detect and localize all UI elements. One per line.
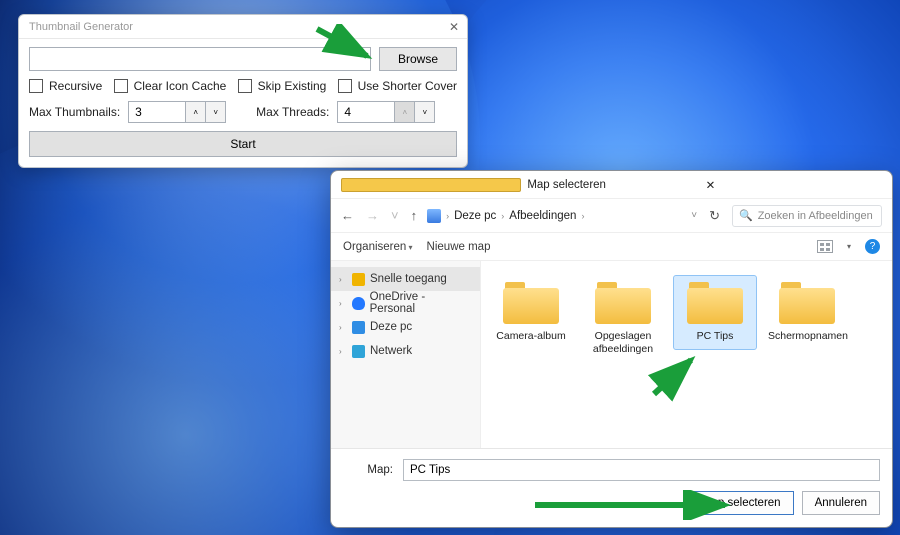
search-input[interactable]: 🔍 Zoeken in Afbeeldingen bbox=[732, 205, 882, 227]
tree-onedrive[interactable]: › OneDrive - Personal bbox=[331, 291, 480, 315]
browse-button[interactable]: Browse bbox=[379, 47, 457, 71]
monitor-icon bbox=[352, 321, 365, 334]
nav-tree: › Snelle toegang › OneDrive - Personal ›… bbox=[331, 261, 481, 448]
chevron-right-icon: › bbox=[339, 275, 347, 284]
close-icon[interactable]: ✕ bbox=[706, 178, 884, 192]
shorter-cover-checkbox[interactable]: Use Shorter Cover bbox=[338, 79, 457, 93]
folder-item[interactable]: Camera-album bbox=[489, 275, 573, 350]
folder-icon bbox=[503, 282, 559, 324]
max-thumbnails-input[interactable] bbox=[128, 101, 186, 123]
max-threads-stepper[interactable]: ˄ ˅ bbox=[337, 101, 435, 123]
chevron-down-icon[interactable]: ˅ bbox=[391, 208, 399, 223]
chevron-down-icon[interactable]: ˅ bbox=[691, 210, 697, 221]
max-threads-label: Max Threads: bbox=[256, 105, 329, 119]
folder-icon bbox=[687, 282, 743, 324]
close-icon[interactable]: ✕ bbox=[449, 20, 459, 34]
breadcrumb[interactable]: › Deze pc › Afbeeldingen › bbox=[427, 209, 681, 223]
window-title: Thumbnail Generator bbox=[29, 21, 133, 33]
chevron-up-icon[interactable]: ˄ bbox=[186, 101, 206, 123]
refresh-icon[interactable]: ↻ bbox=[709, 208, 720, 224]
network-icon bbox=[352, 345, 365, 358]
this-pc-icon bbox=[427, 209, 441, 223]
clear-cache-checkbox[interactable]: Clear Icon Cache bbox=[114, 79, 227, 93]
new-folder-button[interactable]: Nieuwe map bbox=[427, 241, 491, 253]
chevron-right-icon: › bbox=[501, 211, 504, 221]
chevron-down-icon[interactable]: ˅ bbox=[415, 101, 435, 123]
folder-icon bbox=[595, 282, 651, 324]
max-thumbnails-stepper[interactable]: ˄ ˅ bbox=[128, 101, 226, 123]
folder-icon bbox=[341, 178, 521, 192]
star-icon bbox=[352, 273, 365, 286]
cloud-icon bbox=[352, 297, 365, 310]
chevron-right-icon: › bbox=[339, 299, 347, 308]
folder-grid: Camera-album Opgeslagen afbeeldingen PC … bbox=[481, 261, 892, 448]
dialog-toolbar: Organiseren Nieuwe map ▾ ? bbox=[331, 233, 892, 261]
max-thumbnails-label: Max Thumbnails: bbox=[29, 105, 120, 119]
skip-existing-checkbox[interactable]: Skip Existing bbox=[238, 79, 327, 93]
folder-item[interactable]: Schermopnamen bbox=[765, 275, 849, 350]
max-threads-input[interactable] bbox=[337, 101, 395, 123]
checkbox-icon bbox=[29, 79, 43, 93]
dialog-titlebar: Map selecteren ✕ bbox=[331, 171, 892, 199]
checkbox-icon bbox=[238, 79, 252, 93]
search-icon: 🔍 bbox=[739, 209, 753, 222]
tree-quick-access[interactable]: › Snelle toegang bbox=[331, 267, 480, 291]
checkbox-icon bbox=[338, 79, 352, 93]
chevron-right-icon: › bbox=[446, 211, 449, 221]
select-folder-button[interactable]: Map selecteren bbox=[689, 491, 794, 515]
view-options-icon[interactable] bbox=[817, 240, 833, 253]
folder-select-dialog: Map selecteren ✕ ← → ˅ ↑ › Deze pc › Afb… bbox=[330, 170, 893, 528]
recursive-checkbox[interactable]: Recursive bbox=[29, 79, 102, 93]
dialog-footer: Map: Map selecteren Annuleren bbox=[331, 448, 892, 527]
folder-icon bbox=[779, 282, 835, 324]
help-icon[interactable]: ? bbox=[865, 239, 880, 254]
start-button[interactable]: Start bbox=[29, 131, 457, 157]
tree-network[interactable]: › Netwerk bbox=[331, 339, 480, 363]
cancel-button[interactable]: Annuleren bbox=[802, 491, 880, 515]
folder-item-selected[interactable]: PC Tips bbox=[673, 275, 757, 350]
dialog-title: Map selecteren bbox=[527, 179, 705, 191]
titlebar: Thumbnail Generator ✕ bbox=[19, 15, 467, 39]
chevron-up-icon[interactable]: ˄ bbox=[395, 101, 415, 123]
map-label: Map: bbox=[343, 464, 393, 476]
checkbox-icon bbox=[114, 79, 128, 93]
chevron-right-icon: › bbox=[581, 211, 584, 221]
tree-this-pc[interactable]: › Deze pc bbox=[331, 315, 480, 339]
chevron-down-icon[interactable]: ˅ bbox=[206, 101, 226, 123]
forward-icon[interactable]: → bbox=[366, 208, 379, 223]
chevron-right-icon: › bbox=[339, 323, 347, 332]
up-icon[interactable]: ↑ bbox=[411, 208, 418, 223]
map-input[interactable] bbox=[403, 459, 880, 481]
back-icon[interactable]: ← bbox=[341, 208, 354, 223]
folder-item[interactable]: Opgeslagen afbeeldingen bbox=[581, 275, 665, 362]
dialog-nav: ← → ˅ ↑ › Deze pc › Afbeeldingen › ˅ ↻ 🔍… bbox=[331, 199, 892, 233]
chevron-right-icon: › bbox=[339, 347, 347, 356]
organize-menu[interactable]: Organiseren bbox=[343, 241, 413, 253]
path-input[interactable] bbox=[29, 47, 371, 71]
thumbnail-generator-window: Thumbnail Generator ✕ Browse Recursive C… bbox=[18, 14, 468, 168]
